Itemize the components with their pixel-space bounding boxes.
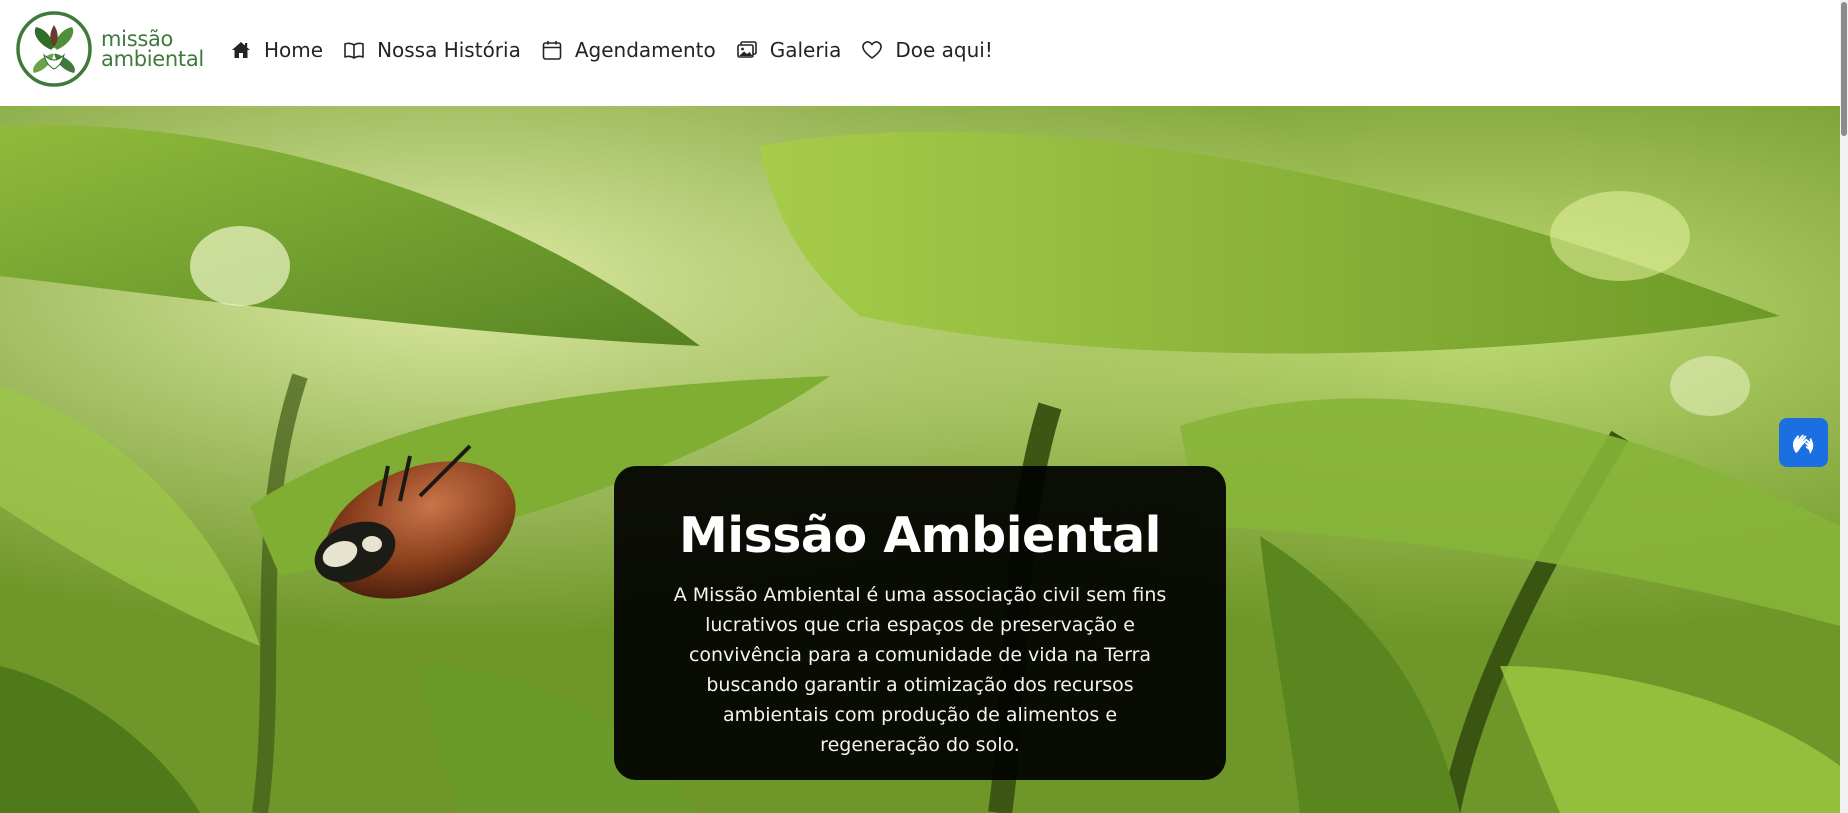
- nav-item-home-label: Home: [264, 38, 324, 62]
- house-icon: [230, 39, 252, 61]
- nav-item-nossa-historia[interactable]: Nossa História: [343, 38, 521, 62]
- missao-ambiental-logo-icon: [16, 11, 92, 87]
- brand-name: missão ambiental: [101, 27, 204, 71]
- nav-item-agendamento-label: Agendamento: [574, 38, 716, 62]
- nav-item-galeria-label: Galeria: [769, 38, 842, 62]
- images-icon: [736, 39, 758, 61]
- heart-icon: [861, 39, 883, 61]
- hero-info-card: Missão Ambiental A Missão Ambiental é um…: [614, 466, 1226, 780]
- book-icon: [343, 39, 365, 61]
- hero-section: Missão Ambiental A Missão Ambiental é um…: [0, 106, 1840, 813]
- nav-item-doe-aqui[interactable]: Doe aqui!: [861, 38, 993, 62]
- nav-item-galeria[interactable]: Galeria: [736, 38, 842, 62]
- brand-line-2: ambiental: [101, 47, 204, 71]
- hero-title: Missão Ambiental: [679, 507, 1161, 564]
- hero-description: A Missão Ambiental é uma associação civi…: [673, 584, 1167, 756]
- brand-home-link[interactable]: missão ambiental: [16, 11, 204, 87]
- main-nav: Home Nossa História Agendamento Galeria …: [230, 32, 1013, 68]
- nav-item-nossa-historia-label: Nossa História: [377, 38, 521, 62]
- top-navbar: missão ambiental Home Nossa História Age…: [0, 0, 1848, 106]
- nav-item-doe-aqui-label: Doe aqui!: [895, 38, 993, 62]
- sign-language-hands-icon: [1792, 434, 1813, 454]
- nav-item-home[interactable]: Home: [230, 38, 323, 62]
- scrollbar-thumb[interactable]: [1841, 2, 1847, 136]
- nav-item-agendamento[interactable]: Agendamento: [541, 38, 716, 62]
- brand-line-1: missão: [101, 27, 174, 51]
- page-scrollbar[interactable]: [1840, 0, 1848, 813]
- vlibras-accessibility-button[interactable]: [1779, 418, 1828, 467]
- calendar-icon: [541, 39, 563, 61]
